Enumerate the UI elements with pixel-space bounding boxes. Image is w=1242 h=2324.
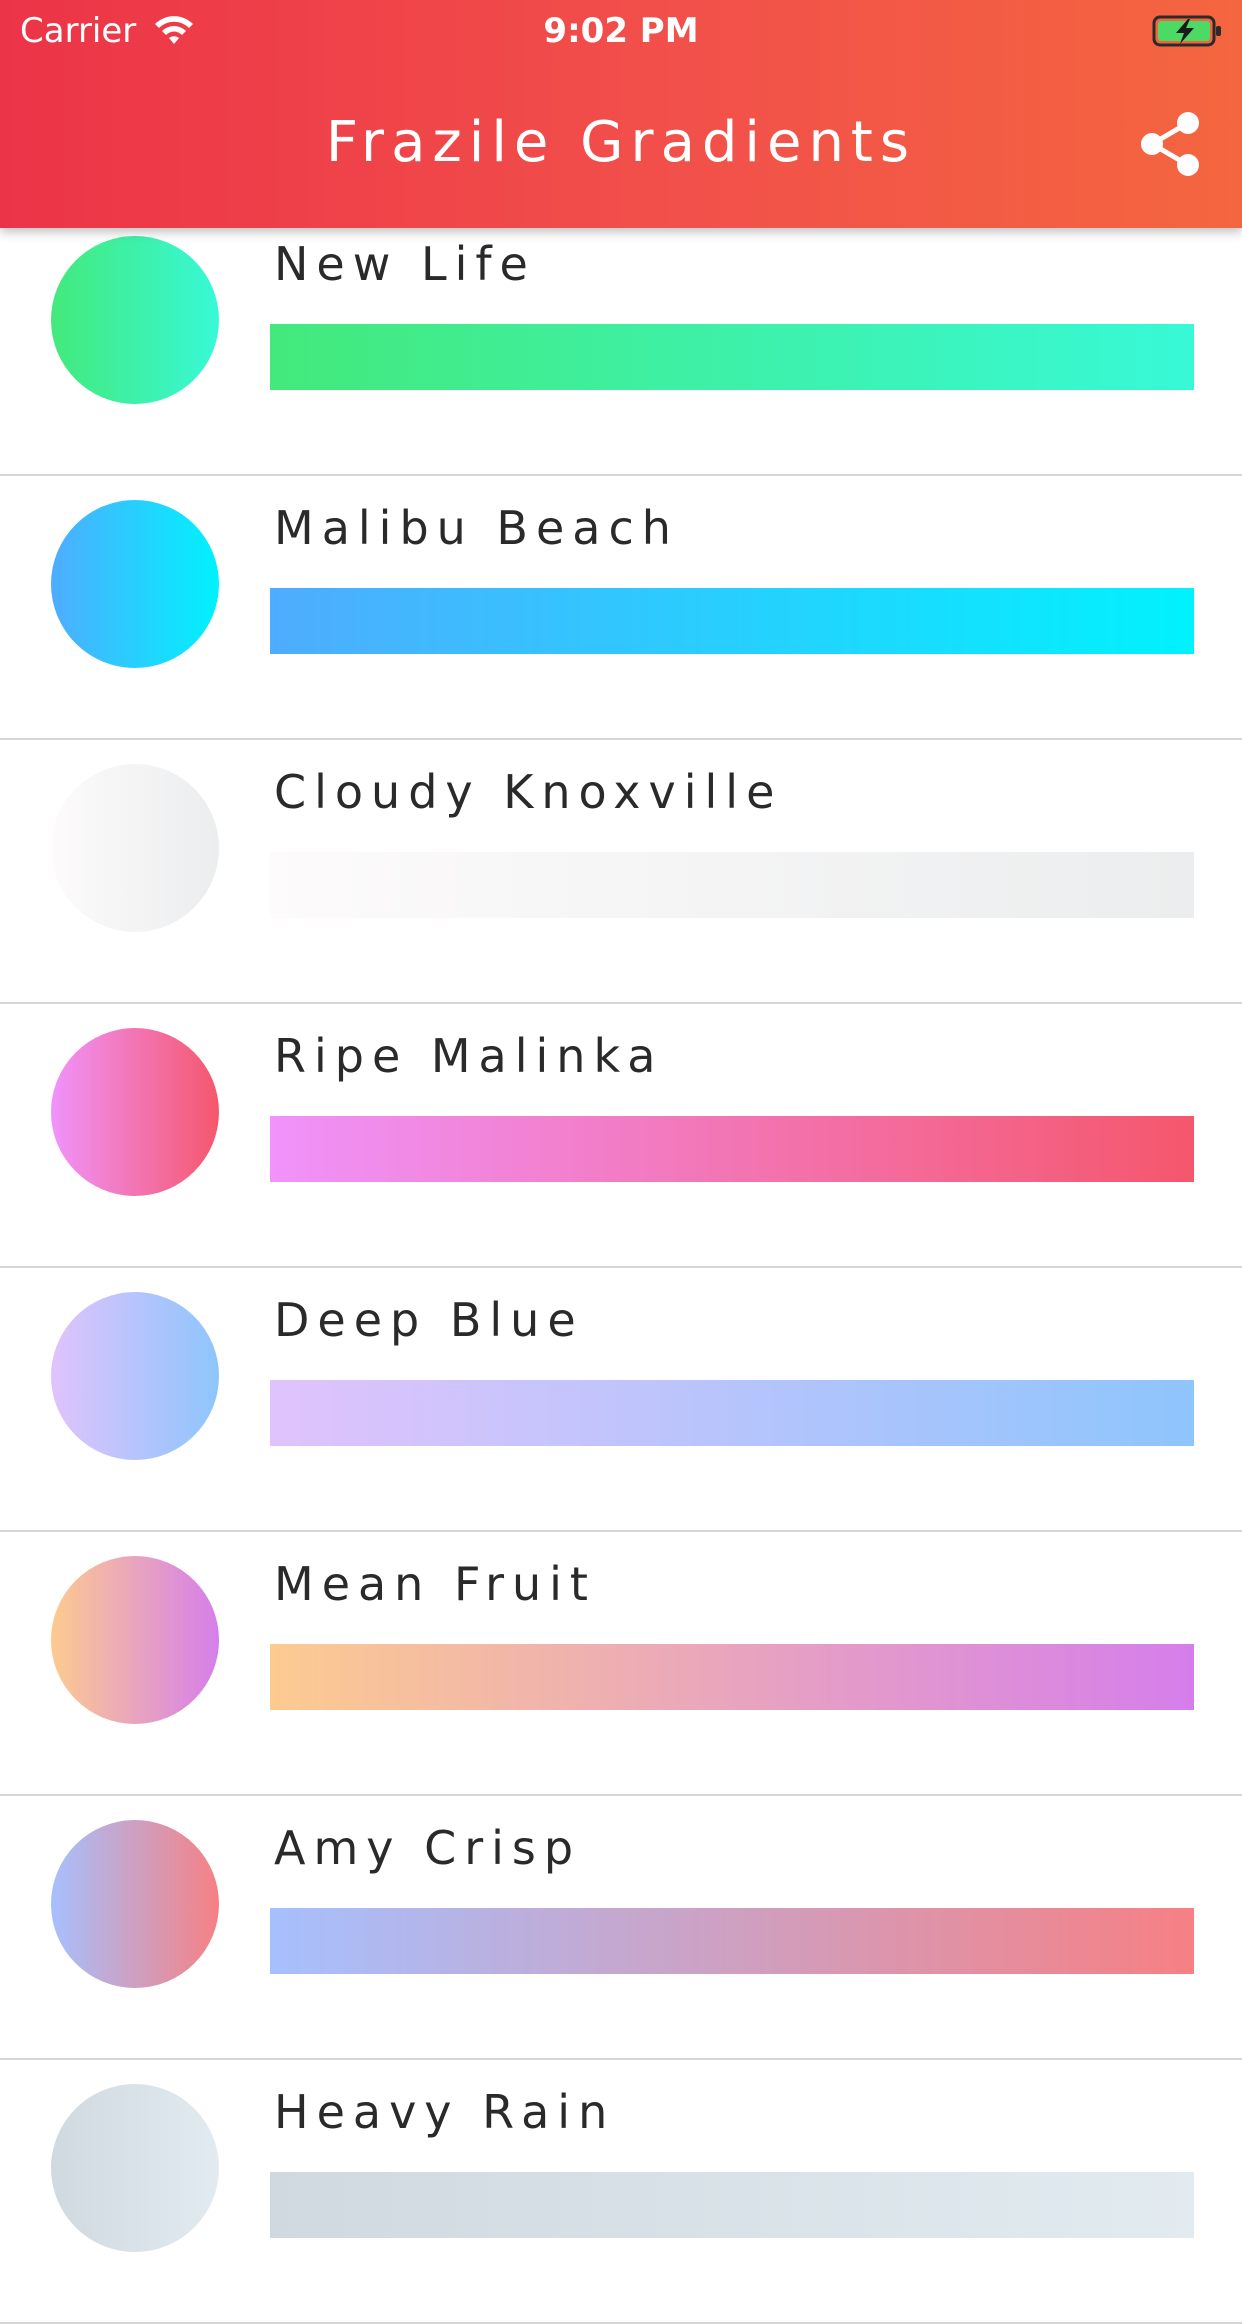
gradient-list-item[interactable]: Deep Blue: [0, 1268, 1242, 1532]
app-title: Frazile Gradients: [325, 110, 917, 175]
share-icon[interactable]: [1138, 110, 1202, 178]
gradient-name: Amy Crisp: [274, 1821, 582, 1875]
gradient-swatch-circle: [51, 500, 219, 668]
gradient-name: Deep Blue: [274, 1293, 584, 1347]
gradient-swatch-circle: [51, 1820, 219, 1988]
gradient-list-item[interactable]: Mean Fruit: [0, 1532, 1242, 1796]
gradient-name: Heavy Rain: [274, 2085, 616, 2139]
gradient-preview-bar: [270, 1116, 1194, 1182]
gradient-preview-bar: [270, 2172, 1194, 2238]
gradient-list-item[interactable]: Heavy Rain: [0, 2060, 1242, 2324]
app-header: Carrier 9:02 PM Frazile Gradients: [0, 0, 1242, 228]
gradient-list-item[interactable]: Ripe Malinka: [0, 1004, 1242, 1268]
gradient-swatch-circle: [51, 1556, 219, 1724]
gradient-name: New Life: [274, 237, 536, 291]
gradient-list-item[interactable]: New Life: [0, 212, 1242, 476]
gradient-list-item[interactable]: Amy Crisp: [0, 1796, 1242, 2060]
gradient-preview-bar: [270, 1380, 1194, 1446]
gradient-list-item[interactable]: Malibu Beach: [0, 476, 1242, 740]
gradient-preview-bar: [270, 852, 1194, 918]
gradient-name: Ripe Malinka: [274, 1029, 664, 1083]
gradient-name: Mean Fruit: [274, 1557, 596, 1611]
status-time: 9:02 PM: [543, 11, 699, 51]
gradient-preview-bar: [270, 588, 1194, 654]
gradient-swatch-circle: [51, 2084, 219, 2252]
gradient-name: Cloudy Knoxville: [274, 765, 783, 819]
gradient-preview-bar: [270, 1644, 1194, 1710]
battery-charging-icon: [1152, 15, 1221, 47]
gradient-swatch-circle: [51, 236, 219, 404]
gradient-preview-bar: [270, 324, 1194, 390]
gradient-preview-bar: [270, 1908, 1194, 1974]
gradient-swatch-circle: [51, 764, 219, 932]
gradient-swatch-circle: [51, 1028, 219, 1196]
gradient-name: Malibu Beach: [274, 501, 679, 555]
gradient-list-item[interactable]: Cloudy Knoxville: [0, 740, 1242, 1004]
gradient-swatch-circle: [51, 1292, 219, 1460]
